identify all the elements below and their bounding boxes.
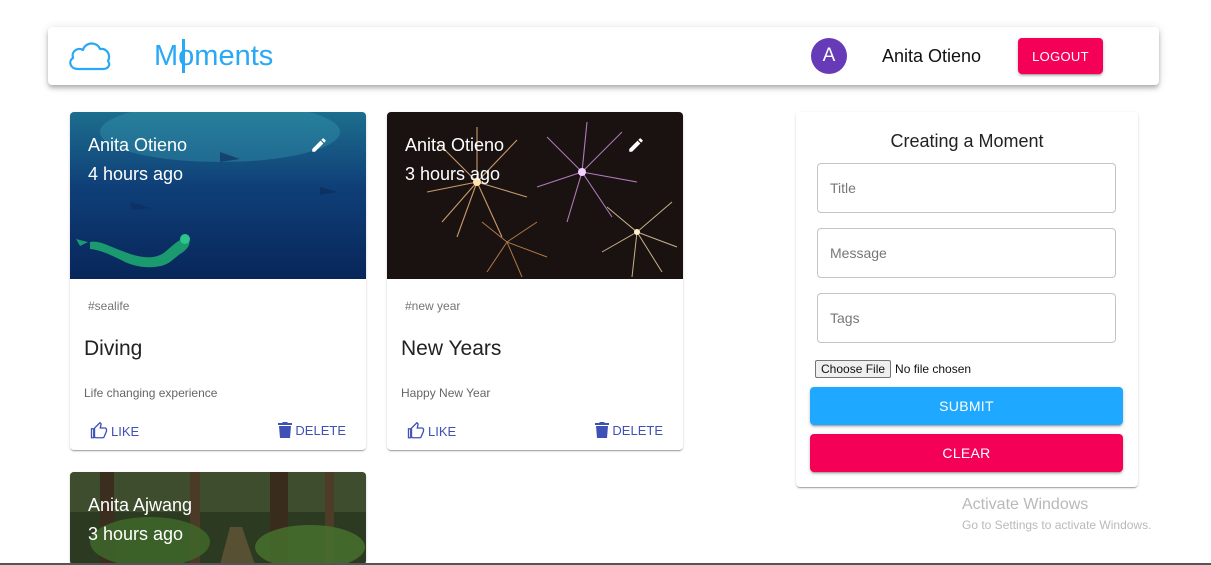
post-time: 3 hours ago: [405, 164, 501, 184]
like-button[interactable]: LIKE: [407, 422, 456, 440]
submit-button[interactable]: SUBMIT: [810, 387, 1123, 425]
like-label: LIKE: [428, 423, 457, 439]
post-title: Diving: [84, 337, 143, 360]
post-time: 4 hours ago: [88, 164, 184, 184]
post-message: Happy New Year: [401, 386, 491, 400]
post-time: 3 hours ago: [88, 524, 184, 544]
post-card: Anita Ajwang 3 hours ago: [70, 472, 366, 565]
post-tags: #sealife: [88, 299, 130, 313]
avatar: A: [811, 38, 847, 74]
thumb-up-icon: [90, 422, 108, 439]
post-author: Anita Otieno: [88, 135, 188, 155]
post-card: Anita Otieno 4 hours ago #sealife Diving…: [70, 112, 366, 450]
like-label: LIKE: [111, 423, 140, 439]
clear-button[interactable]: CLEAR: [810, 434, 1123, 472]
delete-label: DELETE: [295, 422, 346, 438]
delete-label: DELETE: [612, 422, 663, 438]
like-button[interactable]: LIKE: [90, 422, 139, 440]
post-card: Anita Otieno 3 hours ago #new year New Y…: [387, 112, 683, 450]
cloud-icon: [69, 42, 111, 71]
post-author: Anita Otieno: [405, 135, 505, 155]
app-bar: Moments A Anita Otieno LOGOUT: [48, 27, 1159, 85]
delete-button[interactable]: DELETE: [595, 422, 663, 438]
watermark-title: Activate Windows: [962, 496, 1089, 513]
message-input[interactable]: [817, 228, 1116, 278]
thumb-up-icon: [407, 422, 425, 439]
delete-icon: [278, 422, 293, 438]
choose-file-button[interactable]: Choose File: [815, 360, 892, 378]
activation-watermark: Activate Windows Go to Settings to activ…: [962, 496, 1151, 532]
post-author: Anita Ajwang: [88, 495, 193, 515]
file-picker: Choose File No file chosen: [815, 360, 971, 378]
watermark-subtitle: Go to Settings to activate Windows.: [962, 518, 1152, 532]
tags-input[interactable]: [817, 293, 1116, 343]
moment-form: Creating a Moment Choose File No file ch…: [796, 112, 1138, 487]
forest-image: [70, 472, 366, 565]
logout-button[interactable]: LOGOUT: [1018, 38, 1103, 74]
file-status: No file chosen: [895, 362, 972, 376]
post-title: New Years: [401, 337, 502, 360]
delete-button[interactable]: DELETE: [278, 422, 346, 438]
form-heading: Creating a Moment: [890, 131, 1044, 151]
delete-icon: [595, 422, 610, 438]
post-tags: #new year: [405, 299, 461, 313]
post-image: Anita Otieno 3 hours ago: [387, 112, 683, 279]
post-message: Life changing experience: [84, 386, 218, 400]
edit-icon[interactable]: [627, 136, 645, 154]
edit-icon[interactable]: [310, 136, 328, 154]
user-name: Anita Otieno: [882, 46, 982, 66]
post-image: Anita Otieno 4 hours ago: [70, 112, 366, 279]
brand-title[interactable]: Moments: [154, 39, 273, 73]
post-image: Anita Ajwang 3 hours ago: [70, 472, 366, 565]
title-input[interactable]: [817, 163, 1116, 213]
